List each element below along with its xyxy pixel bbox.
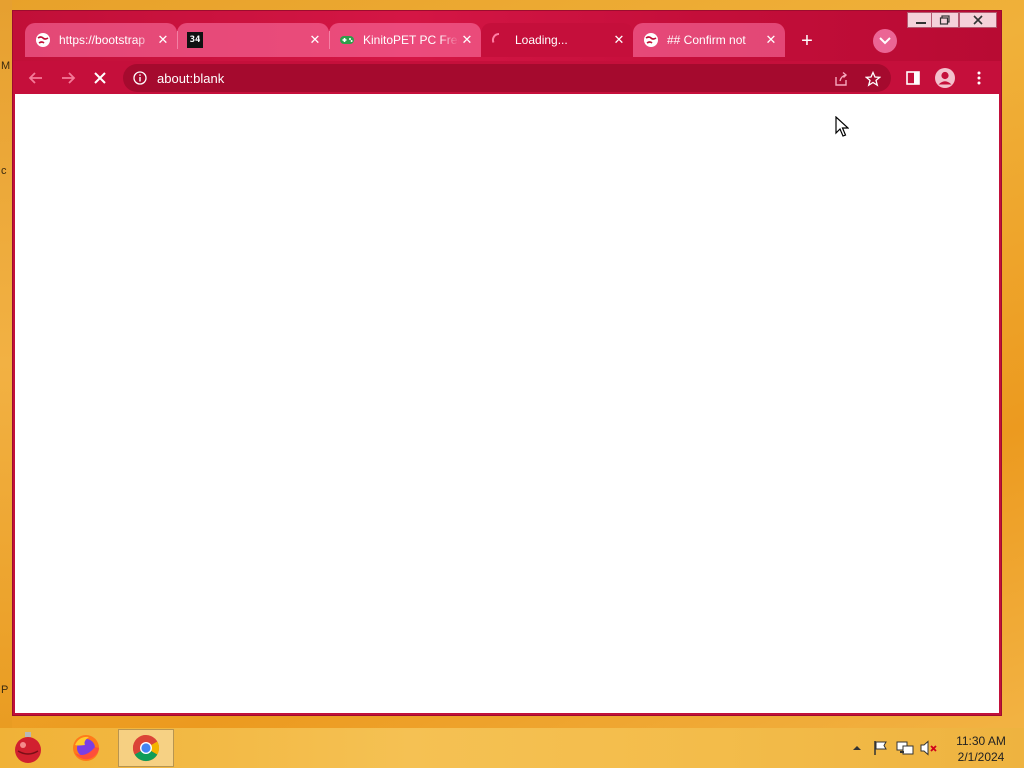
- tab-bootstrap[interactable]: https://bootstrap ✕: [25, 23, 177, 57]
- tab-search-button[interactable]: [873, 29, 897, 53]
- taskbar-clock[interactable]: 11:30 AM 2/1/2024: [948, 733, 1014, 765]
- tab-title: Loading...: [515, 33, 568, 47]
- tab-confirm[interactable]: ## Confirm not ✕: [633, 23, 785, 57]
- clock-time: 11:30 AM: [956, 734, 1006, 748]
- flag-icon: [874, 741, 887, 755]
- side-panel-button[interactable]: [899, 64, 927, 92]
- mouse-cursor: [835, 115, 850, 143]
- tab-loading[interactable]: Loading... ✕: [481, 23, 633, 57]
- close-icon[interactable]: ✕: [155, 32, 171, 48]
- minimize-icon: [916, 22, 926, 24]
- browser-window: https://bootstrap ✕ 34 ✕ KinitoPET PC Fr…: [12, 10, 1002, 716]
- show-hidden-icon: [853, 746, 861, 750]
- volume-muted-icon: [920, 740, 937, 756]
- profile-button[interactable]: [931, 64, 959, 92]
- site-34-icon: 34: [187, 32, 203, 48]
- close-window-button[interactable]: [959, 12, 997, 28]
- close-icon[interactable]: ✕: [763, 32, 779, 48]
- new-tab-button[interactable]: +: [795, 29, 819, 53]
- tab-title: ## Confirm not: [667, 33, 746, 47]
- more-vertical-icon: [977, 71, 981, 85]
- avatar-icon: [935, 68, 955, 88]
- globe-icon: [643, 32, 659, 48]
- browser-toolbar: about:blank: [13, 61, 1001, 94]
- share-icon: [835, 71, 848, 86]
- page-content[interactable]: [15, 94, 999, 713]
- close-icon[interactable]: ✕: [307, 32, 323, 48]
- spinner-icon: [491, 32, 507, 48]
- stop-loading-button[interactable]: [87, 65, 113, 91]
- arrow-left-icon: [28, 72, 42, 84]
- bookmark-button[interactable]: [863, 69, 883, 89]
- tab-site-34[interactable]: 34 ✕: [177, 23, 329, 57]
- address-bar[interactable]: about:blank: [123, 64, 891, 92]
- tab-kinitopet[interactable]: KinitoPET PC Free ✕: [329, 23, 481, 57]
- desktop-icon-label: P: [1, 684, 9, 696]
- ornament-icon: [15, 732, 41, 763]
- close-icon[interactable]: ✕: [459, 32, 475, 48]
- forward-button[interactable]: [55, 65, 81, 91]
- globe-icon: [35, 32, 51, 48]
- taskbar: 11:30 AM 2/1/2024: [0, 728, 1024, 768]
- tab-title: KinitoPET PC Free: [363, 33, 459, 47]
- taskbar-app-ornament[interactable]: [0, 729, 56, 767]
- close-icon: [973, 15, 983, 25]
- desktop-icon-label: c: [1, 165, 7, 177]
- gamepad-icon: [339, 32, 355, 48]
- clock-date: 2/1/2024: [957, 750, 1005, 764]
- side-panel-icon: [906, 71, 920, 85]
- menu-button[interactable]: [965, 64, 993, 92]
- firefox-icon: [73, 735, 99, 761]
- star-icon: [865, 71, 881, 87]
- back-button[interactable]: [23, 65, 49, 91]
- chrome-icon: [132, 734, 160, 762]
- info-icon[interactable]: [133, 71, 147, 85]
- volume-button[interactable]: [920, 740, 938, 756]
- maximize-button[interactable]: [931, 12, 959, 28]
- chevron-down-icon: [879, 37, 891, 45]
- desktop-icon-label: M: [1, 60, 11, 72]
- taskbar-app-chrome[interactable]: [118, 729, 174, 767]
- desktop-background: [0, 0, 12, 728]
- share-button[interactable]: [831, 69, 851, 89]
- arrow-right-icon: [62, 72, 76, 84]
- address-bar-url[interactable]: about:blank: [157, 71, 224, 86]
- network-button[interactable]: [896, 740, 914, 756]
- tab-title: https://bootstrap: [59, 33, 146, 47]
- close-icon[interactable]: ✕: [611, 32, 627, 48]
- show-hidden-icons-button[interactable]: [848, 740, 866, 756]
- stop-icon: [94, 72, 106, 84]
- network-icon: [896, 741, 914, 755]
- taskbar-app-firefox[interactable]: [58, 729, 114, 767]
- tab-strip: https://bootstrap ✕ 34 ✕ KinitoPET PC Fr…: [13, 11, 1001, 61]
- action-center-button[interactable]: [872, 740, 890, 756]
- restore-icon: [939, 15, 950, 25]
